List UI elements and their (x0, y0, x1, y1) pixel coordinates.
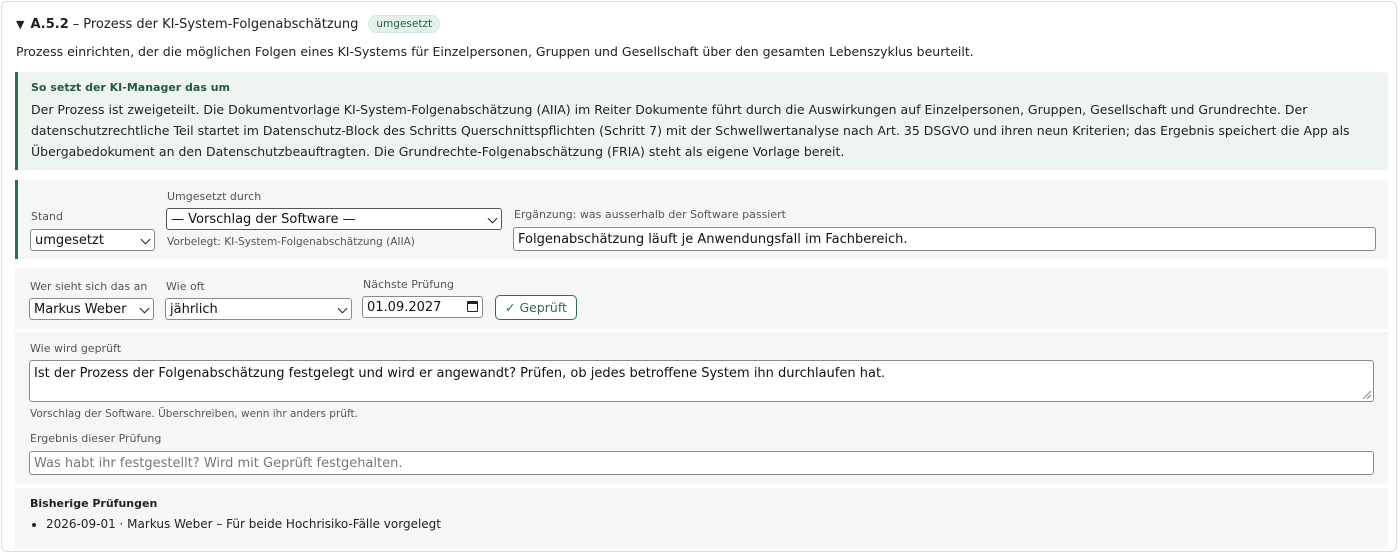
implemented-by-value: — Vorschlag der Software — (171, 211, 356, 227)
review-method-panel: Wie wird geprüft Ist der Prozess der Fol… (15, 332, 1388, 484)
control-header[interactable]: ▼ A.5.2 – Prozess der KI-System-Folgenab… (16, 14, 441, 34)
chevron-down-icon (337, 303, 348, 314)
resize-grip-icon[interactable] (1363, 391, 1371, 399)
reviewer-label: Wer sieht sich das an (30, 280, 148, 293)
how-checked-textarea[interactable]: Ist der Prozess der Folgenabschätzung fe… (29, 360, 1374, 402)
result-input[interactable]: Was habt ihr festgestellt? Wird mit Gepr… (29, 451, 1374, 475)
status-badge: umgesetzt (368, 15, 441, 33)
implemented-by-label: Umgesetzt durch (167, 190, 262, 203)
chevron-down-icon (139, 303, 150, 314)
implementation-info-box: So setzt der KI-Manager das um Der Proze… (15, 72, 1388, 170)
frequency-value: jährlich (170, 301, 218, 317)
next-review-date-input[interactable]: 01.09.2027 (362, 296, 483, 318)
status-panel: Stand umgesetzt Umgesetzt durch — Vorsch… (15, 180, 1388, 259)
reviewer-select[interactable]: Markus Weber (29, 298, 154, 320)
chevron-down-icon (140, 234, 151, 245)
collapse-triangle-icon[interactable]: ▼ (16, 18, 24, 31)
supplement-label: Ergänzung: was ausserhalb der Software p… (514, 208, 786, 221)
info-title: So setzt der KI-Manager das um (31, 81, 231, 94)
stand-label: Stand (31, 210, 63, 223)
control-card: ▼ A.5.2 – Prozess der KI-System-Folgenab… (1, 1, 1397, 552)
stand-select-value: umgesetzt (35, 232, 104, 248)
implemented-by-select[interactable]: — Vorschlag der Software — (166, 208, 502, 230)
chevron-down-icon (487, 213, 498, 224)
how-checked-value: Ist der Prozess der Folgenabschätzung fe… (34, 366, 886, 381)
supplement-value: Folgenabschätzung läuft je Anwendungsfal… (518, 231, 908, 247)
next-review-label: Nächste Prüfung (363, 278, 455, 291)
how-checked-label: Wie wird geprüft (30, 342, 122, 355)
review-schedule-panel: Wer sieht sich das an Markus Weber Wie o… (15, 268, 1388, 329)
info-body: Der Prozess ist zweigeteilt. Die Dokumen… (31, 102, 1350, 159)
control-description: Prozess einrichten, der die möglichen Fo… (16, 44, 974, 59)
result-label: Ergebnis dieser Prüfung (30, 432, 162, 445)
history-title: Bisherige Prüfungen (30, 497, 158, 510)
frequency-label: Wie oft (166, 280, 205, 293)
next-review-value: 01.09.2027 (367, 299, 442, 315)
history-item: 2026-09-01 · Markus Weber – Für beide Ho… (46, 517, 441, 531)
header-separator: – (72, 16, 80, 32)
calendar-icon[interactable] (467, 301, 478, 312)
review-history-panel: Bisherige Prüfungen 2026-09-01 · Markus … (15, 488, 1388, 548)
implemented-by-hint: Vorbelegt: KI-System-Folgenabschätzung (… (167, 236, 415, 248)
supplement-input[interactable]: Folgenabschätzung läuft je Anwendungsfal… (513, 227, 1376, 251)
control-title: Prozess der KI-System-Folgenabschätzung (83, 16, 359, 32)
how-checked-hint: Vorschlag der Software. Überschreiben, w… (30, 408, 358, 420)
stand-select[interactable]: umgesetzt (30, 229, 155, 251)
reviewer-value: Markus Weber (34, 301, 127, 317)
checked-button[interactable]: ✓ Geprüft (495, 295, 577, 320)
history-list: 2026-09-01 · Markus Weber – Für beide Ho… (30, 517, 441, 531)
control-code: A.5.2 (30, 16, 69, 32)
frequency-select[interactable]: jährlich (165, 298, 352, 320)
result-placeholder: Was habt ihr festgestellt? Wird mit Gepr… (34, 455, 403, 471)
